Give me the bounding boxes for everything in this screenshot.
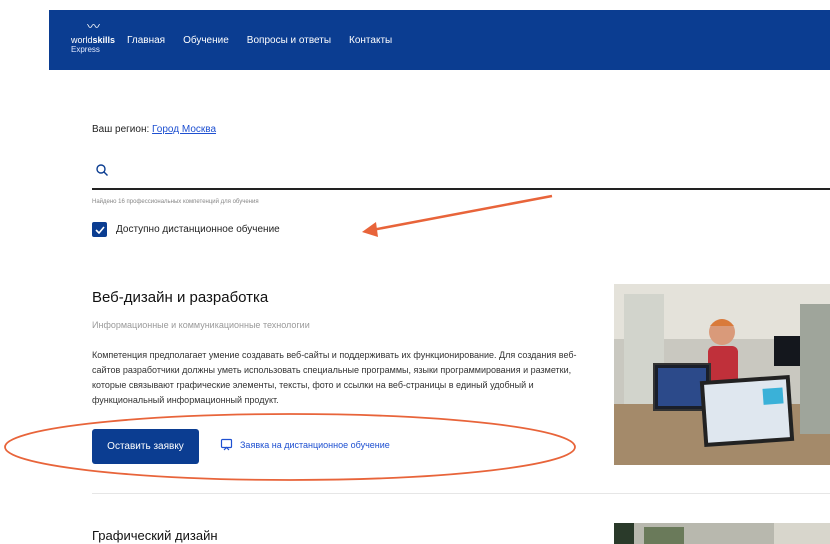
competency-title[interactable]: Графический дизайн (92, 528, 218, 543)
logo-text: worldskills (71, 35, 116, 45)
nav-item-learning[interactable]: Обучение (183, 35, 229, 46)
competency-photo (614, 284, 830, 465)
remote-learning-label: Доступно дистанционное обучение (116, 224, 280, 235)
top-header: 〰 worldskills Express Главная Обучение В… (49, 10, 830, 70)
region-selector: Ваш регион: Город Москва (92, 124, 216, 135)
apply-button[interactable]: Оставить заявку (92, 429, 199, 464)
logo-subtitle: Express (71, 45, 100, 54)
region-label: Ваш регион: (92, 124, 150, 135)
results-count: Найдено 16 профессиональных компетенций … (92, 199, 259, 205)
region-link[interactable]: Город Москва (152, 124, 216, 135)
remote-learning-checkbox[interactable] (92, 222, 107, 237)
competency-photo (614, 523, 830, 544)
nav-item-faq[interactable]: Вопросы и ответы (247, 35, 331, 46)
competency-description: Компетенция предполагает умение создават… (92, 350, 577, 405)
search-icon[interactable] (96, 164, 108, 176)
search-bar (92, 160, 830, 190)
remote-application-button[interactable]: Заявка на дистанционное обучение (220, 438, 390, 451)
card-divider (92, 493, 830, 494)
main-nav: Главная Обучение Вопросы и ответы Контак… (127, 35, 410, 46)
worldskills-logo[interactable]: 〰 worldskills Express (71, 20, 117, 60)
checkmark-icon (94, 225, 105, 234)
remote-application-label: Заявка на дистанционное обучение (240, 439, 390, 450)
logo-icon: 〰 (87, 19, 101, 34)
competency-category: Информационные и коммуникационные технол… (92, 320, 310, 330)
laptop-icon (220, 438, 233, 451)
competency-title[interactable]: Веб-дизайн и разработка (92, 289, 268, 306)
nav-item-contacts[interactable]: Контакты (349, 35, 392, 46)
nav-item-home[interactable]: Главная (127, 35, 165, 46)
remote-learning-filter[interactable]: Доступно дистанционное обучение (92, 222, 280, 237)
search-input[interactable] (116, 162, 810, 186)
graphic-design-image (614, 523, 830, 544)
classroom-image (614, 284, 830, 465)
